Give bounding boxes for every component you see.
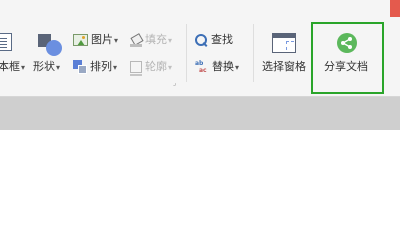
chevron-down-icon: ▾ xyxy=(168,62,173,72)
ruler-band xyxy=(0,97,400,130)
fill-label: 填充 xyxy=(145,33,167,46)
replace-label: 替换 xyxy=(212,60,234,73)
text-box-button[interactable]: 本框 ▾ xyxy=(0,60,25,74)
replace-button[interactable]: ab ac 替换 ▾ xyxy=(195,60,239,74)
text-box-icon[interactable] xyxy=(0,33,12,51)
find-label: 查找 xyxy=(211,33,233,46)
search-icon xyxy=(195,33,208,47)
chevron-down-icon: ▾ xyxy=(114,35,119,45)
share-document-button[interactable]: 分享文档 xyxy=(324,60,368,74)
fill-bucket-icon xyxy=(130,34,142,47)
outline-button[interactable]: 轮廓 ▾ xyxy=(130,60,173,76)
group-divider xyxy=(253,24,254,82)
chevron-down-icon: ▾ xyxy=(113,62,118,72)
document-canvas[interactable] xyxy=(0,130,400,200)
shapes-icon[interactable] xyxy=(38,34,62,56)
chevron-down-icon: ▾ xyxy=(168,35,173,45)
selection-pane-icon[interactable] xyxy=(272,33,296,53)
dialog-launcher-icon[interactable]: ⌟ xyxy=(173,79,176,87)
group-divider xyxy=(186,24,187,82)
share-document-label: 分享文档 xyxy=(324,60,368,73)
selection-pane-button[interactable]: 选择窗格 xyxy=(262,60,306,74)
chevron-down-icon: ▾ xyxy=(235,62,240,72)
arrange-label: 排列 xyxy=(90,60,112,73)
outline-icon xyxy=(130,61,142,76)
arrange-icon xyxy=(73,60,87,74)
picture-button[interactable]: 图片 ▾ xyxy=(73,33,118,47)
shapes-label: 形状 xyxy=(33,60,55,73)
share-icon[interactable] xyxy=(337,33,357,53)
window-accent-strip xyxy=(390,0,400,17)
fill-button[interactable]: 填充 ▾ xyxy=(130,33,172,47)
shapes-button[interactable]: 形状 ▾ xyxy=(33,60,60,74)
replace-icon: ab ac xyxy=(195,60,207,74)
picture-icon xyxy=(73,34,88,46)
outline-label: 轮廓 xyxy=(145,60,167,73)
chevron-down-icon: ▾ xyxy=(21,62,26,72)
picture-label: 图片 xyxy=(91,33,113,46)
arrange-button[interactable]: 排列 ▾ xyxy=(73,60,117,74)
find-button[interactable]: 查找 xyxy=(195,33,233,47)
ribbon-toolbar: 本框 ▾ 形状 ▾ 图片 ▾ 排列 ▾ 填充 ▾ 轮廓 ▾ ⌟ 查找 ab ac… xyxy=(0,0,400,97)
selection-pane-label: 选择窗格 xyxy=(262,60,306,73)
text-box-label: 本框 xyxy=(0,60,20,73)
chevron-down-icon: ▾ xyxy=(56,62,61,72)
